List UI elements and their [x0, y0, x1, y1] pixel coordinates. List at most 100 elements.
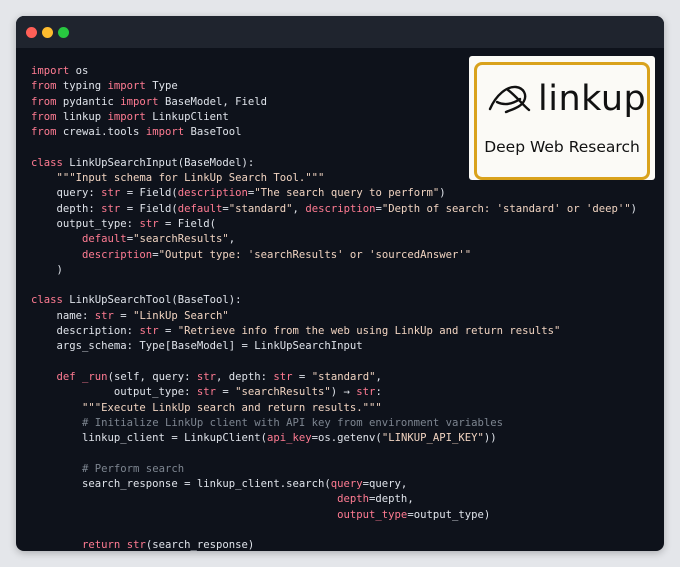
code-token: return [82, 539, 121, 551]
code-token: # Initialize LinkUp client with API key … [82, 416, 503, 429]
code-token: default [177, 202, 223, 215]
window-titlebar [16, 16, 664, 48]
code-line: # Initialize LinkUp client with API key … [31, 416, 637, 431]
code-token: linkup [56, 110, 108, 123]
code-token: from [31, 126, 57, 139]
code-token: depth: [31, 202, 102, 215]
code-token: description: [31, 325, 140, 338]
code-line: output_type=output_type) [31, 508, 637, 523]
code-token: str [196, 370, 216, 383]
code-token: os [69, 65, 89, 77]
code-line: description: str = "Retrieve info from t… [31, 324, 637, 339]
code-line: return str(search_response) [31, 538, 637, 551]
code-token: from [31, 80, 57, 93]
code-token: import [107, 80, 146, 93]
close-window-button[interactable] [26, 27, 37, 38]
code-token: , [375, 370, 382, 383]
code-token: =depth, [369, 493, 414, 506]
code-token: "LINKUP_API_KEY" [381, 432, 484, 445]
code-token: str [196, 386, 216, 399]
code-line: ) [31, 263, 637, 278]
code-token: def [56, 370, 76, 383]
code-token: str [356, 386, 376, 399]
code-token: """Input schema for LinkUp Search Tool."… [56, 172, 325, 185]
code-token: ) [439, 187, 446, 200]
minimize-window-button[interactable] [42, 27, 53, 38]
code-token: default [82, 233, 127, 246]
code-token: = [158, 325, 178, 338]
code-token: typing [56, 80, 108, 93]
code-token: )) [483, 432, 497, 445]
code-token: import [145, 126, 185, 139]
code-token: (search_response) [145, 539, 255, 551]
code-line: """Execute LinkUp search and return resu… [31, 401, 637, 416]
code-token: , [228, 233, 236, 246]
code-token: str [101, 202, 121, 215]
code-token: output_type: [31, 217, 140, 230]
code-token: "standard" [228, 202, 293, 215]
code-line: output_type: str = Field( [31, 217, 637, 232]
code-token: str [139, 217, 159, 230]
logo-tagline: Deep Web Research [484, 138, 640, 156]
code-token: = Field( [120, 202, 178, 215]
linkup-logo-icon [488, 85, 531, 114]
code-token: class [31, 156, 63, 169]
logo-frame: linkup Deep Web Research [474, 62, 650, 180]
code-token: """Execute LinkUp search and return resu… [82, 401, 382, 414]
code-token: =query, [362, 478, 408, 491]
code-token: from [31, 95, 57, 108]
code-token: Type [145, 80, 178, 93]
code-token: import [31, 65, 70, 77]
code-token: str [101, 187, 121, 200]
code-token: BaseModel, Field [158, 95, 268, 108]
code-token: LinkUpSearchTool(BaseTool): [62, 294, 242, 307]
code-token: query [330, 478, 363, 491]
code-line: name: str = "LinkUp Search" [31, 309, 637, 324]
code-token: api_key [267, 432, 312, 445]
code-token: , depth: [216, 370, 274, 383]
code-line: def _run(self, query: str, depth: str = … [31, 370, 637, 385]
code-token: args_schema: Type[BaseModel] = LinkUpSea… [31, 340, 363, 353]
code-token: depth [337, 493, 370, 506]
code-token: = Field( [120, 187, 178, 200]
code-token: description [177, 187, 248, 200]
maximize-window-button[interactable] [58, 27, 69, 38]
code-token: (self, query: [107, 370, 197, 383]
code-token: LinkupClient [145, 110, 229, 123]
linkup-wordmark: linkup [538, 79, 647, 119]
code-token: str [273, 370, 293, 383]
code-token: LinkUpSearchInput(BaseModel): [62, 156, 255, 169]
code-token: from [31, 110, 57, 123]
code-token: _run [82, 370, 108, 383]
code-line: depth=depth, [31, 492, 637, 507]
code-line: class LinkUpSearchTool(BaseTool): [31, 293, 637, 308]
code-line: description="Output type: 'searchResults… [31, 248, 637, 263]
code-token: name: [31, 309, 95, 322]
code-token: : [375, 386, 382, 399]
code-token: = Field( [158, 217, 216, 230]
code-token: = [113, 309, 134, 322]
code-line: output_type: str = "searchResults") → st… [31, 385, 637, 400]
code-token: # Perform search [82, 462, 185, 475]
code-token: "LinkUp Search" [133, 309, 229, 322]
code-token: description [82, 248, 153, 261]
code-line: depth: str = Field(default="standard", d… [31, 202, 638, 217]
code-token: "Output type: 'searchResults' or 'source… [158, 248, 472, 261]
code-token: "Depth of search: 'standard' or 'deep'" [381, 202, 631, 215]
code-line: search_response = linkup_client.search(q… [31, 477, 637, 492]
code-token: description [305, 202, 376, 215]
code-token: crewai.tools [56, 126, 146, 139]
